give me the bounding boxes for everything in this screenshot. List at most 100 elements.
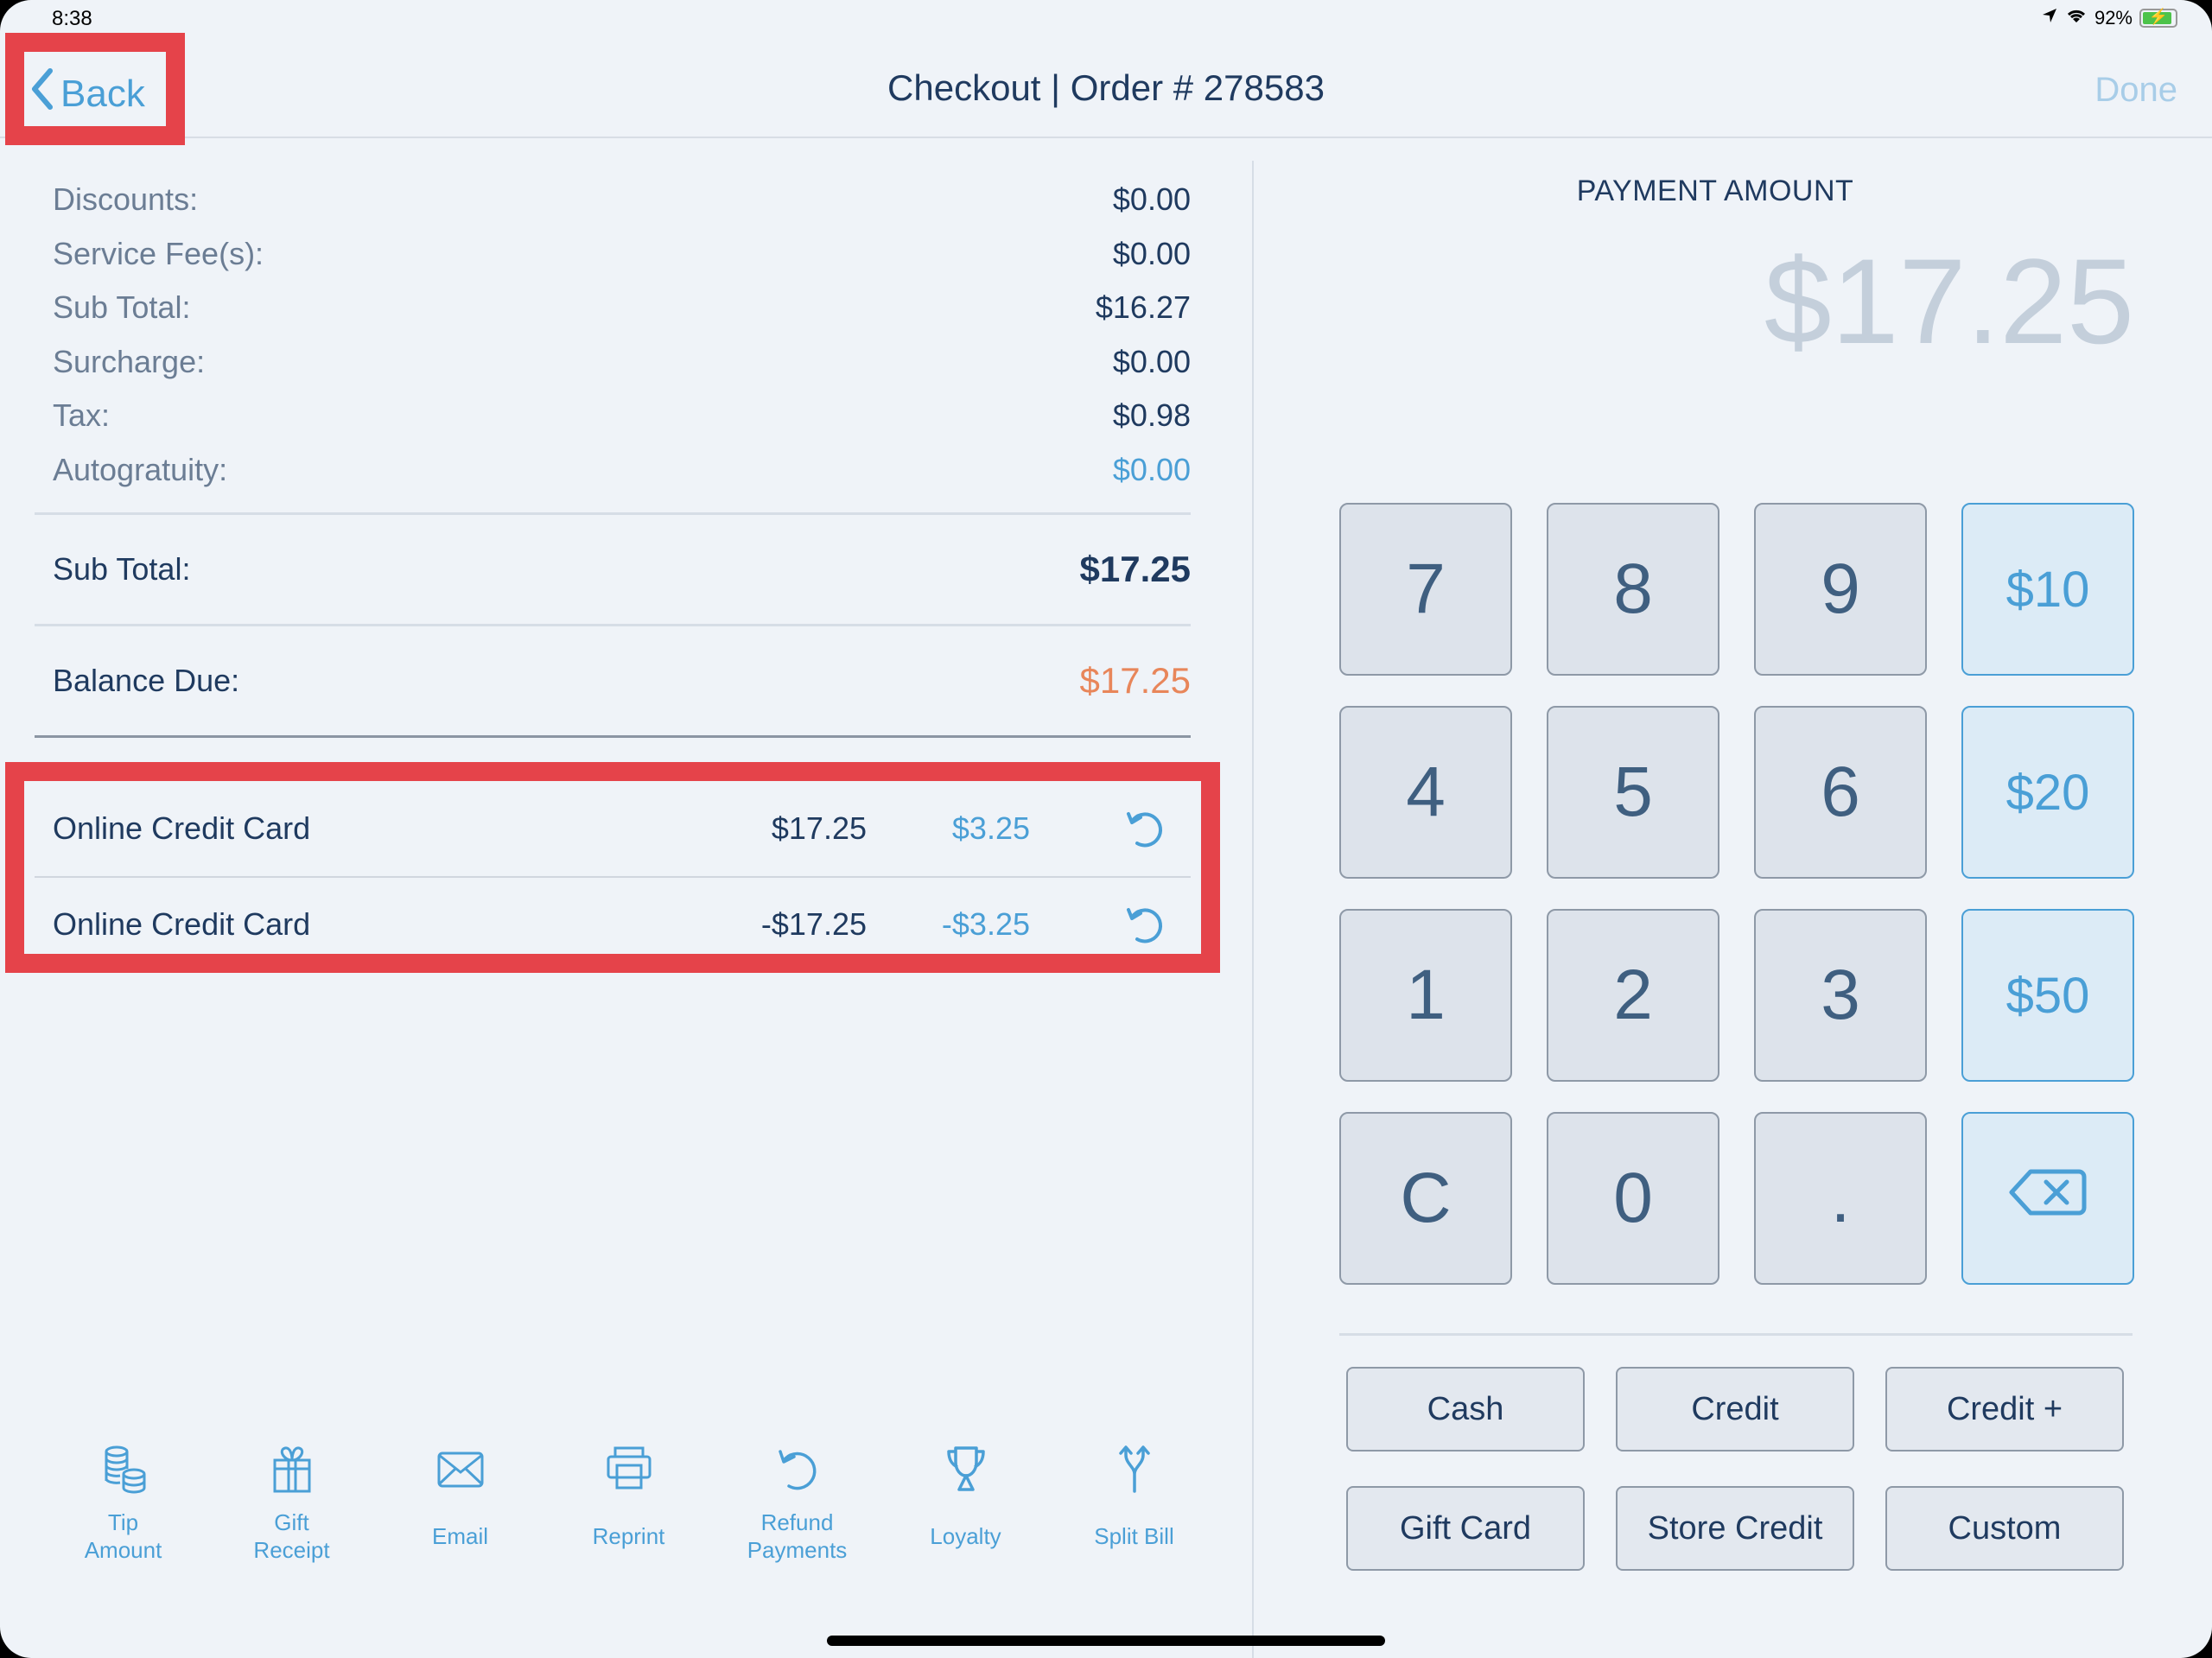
cash-button[interactable]: Cash bbox=[1346, 1367, 1585, 1452]
quick-amount-50[interactable]: $50 bbox=[1961, 909, 2134, 1082]
action-label-text: Reprint bbox=[592, 1523, 665, 1549]
loyalty-button[interactable]: Loyalty bbox=[881, 1443, 1050, 1566]
key-9[interactable]: 9 bbox=[1754, 503, 1927, 676]
summary-value: $16.27 bbox=[1095, 289, 1191, 326]
summary-value: $0.00 bbox=[1112, 181, 1191, 218]
order-summary: Discounts: $0.00 Service Fee(s): $0.00 S… bbox=[35, 173, 1191, 753]
checkout-screen: 8:38 92% ⚡ Back Checkout | Order # 27858… bbox=[0, 0, 2212, 1658]
split-bill-button[interactable]: Split Bill bbox=[1050, 1443, 1218, 1566]
payment-amount-title: PAYMENT AMOUNT bbox=[1576, 175, 1854, 207]
action-label: Split Bill bbox=[1094, 1506, 1173, 1566]
balance-due-value: $17.25 bbox=[1079, 660, 1191, 701]
summary-row-service-fees: Service Fee(s): $0.00 bbox=[35, 227, 1191, 282]
numeric-keypad: 7 8 9 $10 4 5 6 $20 1 2 3 $50 C 0 . bbox=[1339, 503, 2134, 1285]
payment-amount: -$17.25 bbox=[760, 906, 867, 942]
subtotal-value: $17.25 bbox=[1079, 549, 1191, 589]
summary-row-discounts: Discounts: $0.00 bbox=[35, 173, 1191, 227]
key-7[interactable]: 7 bbox=[1339, 503, 1512, 676]
action-label-text: Split Bill bbox=[1094, 1523, 1174, 1549]
printer-icon bbox=[603, 1443, 655, 1499]
autogratuity-value[interactable]: $0.00 bbox=[1113, 452, 1191, 488]
refund-icon[interactable] bbox=[1122, 901, 1168, 948]
envelope-icon bbox=[435, 1443, 486, 1499]
home-indicator[interactable] bbox=[827, 1636, 1385, 1646]
gift-receipt-button[interactable]: Gift Receipt bbox=[207, 1443, 376, 1566]
divider bbox=[35, 735, 1191, 738]
key-decimal[interactable]: . bbox=[1754, 1112, 1927, 1285]
key-8[interactable]: 8 bbox=[1547, 503, 1719, 676]
backspace-icon bbox=[2006, 1165, 2089, 1232]
summary-label: Surcharge: bbox=[53, 343, 206, 379]
subtotal-label: Sub Total: bbox=[53, 551, 191, 587]
credit-plus-button[interactable]: Credit + bbox=[1885, 1367, 2124, 1452]
payment-tip[interactable]: $3.25 bbox=[952, 810, 1030, 847]
key-4[interactable]: 4 bbox=[1339, 706, 1512, 879]
payment-amount-display: $17.25 bbox=[1764, 233, 2134, 369]
quick-amount-10[interactable]: $10 bbox=[1961, 503, 2134, 676]
summary-row-tax: Tax: $0.98 bbox=[35, 389, 1191, 443]
refund-icon[interactable] bbox=[1122, 805, 1168, 852]
summary-value: $0.00 bbox=[1112, 235, 1191, 271]
summary-row-subtotal: Sub Total: $16.27 bbox=[35, 281, 1191, 335]
battery-charging-icon: ⚡ bbox=[2139, 8, 2177, 28]
battery-percent: 92% bbox=[2094, 7, 2133, 29]
action-label: Tip Amount bbox=[85, 1506, 162, 1566]
split-icon bbox=[1109, 1443, 1160, 1499]
status-time: 8:38 bbox=[52, 7, 92, 30]
summary-label: Service Fee(s): bbox=[53, 235, 264, 271]
action-label: Email bbox=[432, 1506, 488, 1566]
store-credit-button[interactable]: Store Credit bbox=[1616, 1486, 1854, 1571]
key-5[interactable]: 5 bbox=[1547, 706, 1719, 879]
action-label-text: Gift Receipt bbox=[253, 1509, 330, 1563]
reprint-button[interactable]: Reprint bbox=[544, 1443, 713, 1566]
action-label: Refund Payments bbox=[747, 1506, 848, 1566]
key-6[interactable]: 6 bbox=[1754, 706, 1927, 879]
summary-value: $0.98 bbox=[1112, 397, 1191, 434]
wifi-icon bbox=[2065, 7, 2088, 29]
action-bar: Tip Amount Gift Receipt Email Reprint Re… bbox=[39, 1443, 1249, 1566]
email-button[interactable]: Email bbox=[376, 1443, 544, 1566]
summary-label: Sub Total: bbox=[53, 289, 191, 326]
summary-label: Autogratuity: bbox=[53, 451, 228, 487]
backspace-button[interactable] bbox=[1961, 1112, 2134, 1285]
refund-icon bbox=[772, 1443, 823, 1499]
status-indicators: 92% ⚡ bbox=[2041, 7, 2177, 29]
trophy-icon bbox=[940, 1443, 992, 1499]
divider bbox=[35, 512, 1191, 515]
action-label-text: Tip Amount bbox=[84, 1509, 162, 1563]
action-label-text: Email bbox=[431, 1523, 488, 1549]
subtotal-row: Sub Total: $17.25 bbox=[35, 530, 1191, 608]
coins-icon bbox=[98, 1443, 149, 1499]
payment-method: Online Credit Card bbox=[53, 810, 311, 846]
key-clear[interactable]: C bbox=[1339, 1112, 1512, 1285]
balance-due-label: Balance Due: bbox=[53, 663, 240, 698]
action-label: Loyalty bbox=[930, 1506, 1001, 1566]
gift-card-button[interactable]: Gift Card bbox=[1346, 1486, 1585, 1571]
quick-amount-20[interactable]: $20 bbox=[1961, 706, 2134, 879]
refund-payments-button[interactable]: Refund Payments bbox=[713, 1443, 881, 1566]
divider bbox=[1339, 1333, 2133, 1336]
summary-row-surcharge: Surcharge: $0.00 bbox=[35, 335, 1191, 390]
payment-amount: $17.25 bbox=[771, 810, 867, 846]
location-arrow-icon bbox=[2041, 7, 2058, 29]
summary-label: Discounts: bbox=[53, 181, 199, 218]
payment-tip[interactable]: -$3.25 bbox=[942, 906, 1030, 943]
payment-row: Online Credit Card -$17.25 -$3.25 bbox=[35, 876, 1191, 971]
key-2[interactable]: 2 bbox=[1547, 909, 1719, 1082]
tip-amount-button[interactable]: Tip Amount bbox=[39, 1443, 207, 1566]
balance-due-row: Balance Due: $17.25 bbox=[35, 642, 1191, 720]
action-label-text: Refund Payments bbox=[747, 1509, 848, 1563]
action-label-text: Loyalty bbox=[930, 1523, 1001, 1549]
credit-button[interactable]: Credit bbox=[1616, 1367, 1854, 1452]
done-button[interactable]: Done bbox=[2094, 71, 2177, 110]
page-title: Checkout | Order # 278583 bbox=[887, 67, 1325, 108]
key-0[interactable]: 0 bbox=[1547, 1112, 1719, 1285]
payment-row: Online Credit Card $17.25 $3.25 bbox=[35, 781, 1191, 876]
summary-label: Tax: bbox=[53, 397, 111, 434]
summary-row-autogratuity[interactable]: Autogratuity: $0.00 bbox=[35, 443, 1191, 498]
key-1[interactable]: 1 bbox=[1339, 909, 1512, 1082]
key-3[interactable]: 3 bbox=[1754, 909, 1927, 1082]
payments-list: Online Credit Card $17.25 $3.25 Online C… bbox=[35, 781, 1191, 971]
gift-icon bbox=[266, 1443, 318, 1499]
custom-button[interactable]: Custom bbox=[1885, 1486, 2124, 1571]
